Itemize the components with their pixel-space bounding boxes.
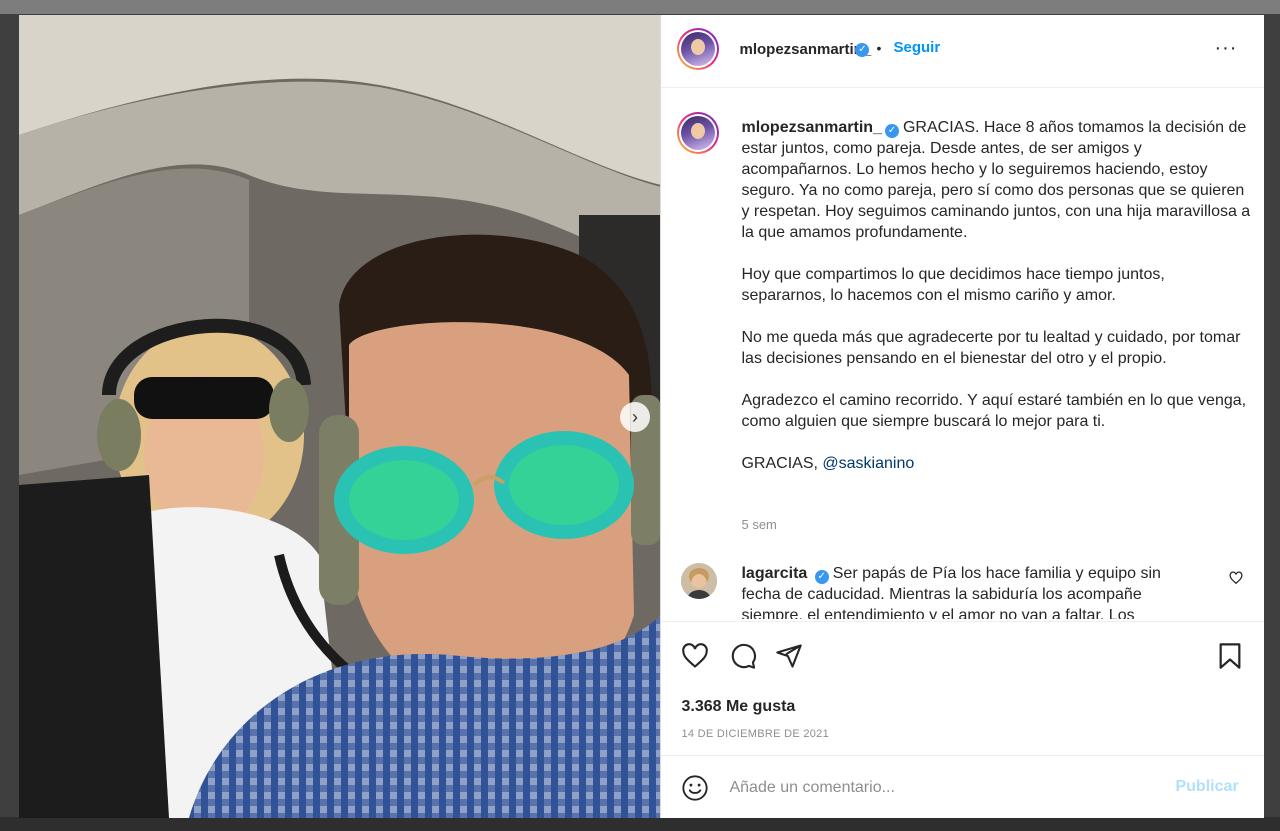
post-date: 14 DE DICIEMBRE DE 2021 <box>681 728 829 740</box>
comment-item: lagarcita ✓ Ser papás de Pía los hace fam… <box>741 563 1201 619</box>
post-time-ago[interactable]: 5 sem <box>741 517 776 532</box>
chevron-right-icon: › <box>632 406 638 427</box>
caption-paragraph-4: Agradezco el camino recorrido. Y aquí es… <box>741 392 1247 430</box>
heart-icon[interactable] <box>681 642 709 675</box>
carousel-next-button[interactable]: › <box>620 402 650 432</box>
caption-username[interactable]: mlopezsanmartin_ <box>741 119 881 136</box>
verified-badge-icon: ✓ <box>814 570 829 584</box>
author-avatar[interactable] <box>677 28 720 70</box>
verified-badge-icon: ✓ <box>884 124 899 138</box>
caption-closing: GRACIAS, <box>741 455 818 472</box>
post-caption: mlopezsanmartin_ ✓ GRACIAS. Hace 8 años to… <box>741 117 1251 495</box>
publish-button[interactable]: Publicar <box>1175 778 1238 796</box>
more-options-icon[interactable]: ··· <box>1214 37 1237 60</box>
caption-paragraph-1: GRACIAS. Hace 8 años tomamos la decisión… <box>741 119 1251 241</box>
post-side-panel: mlopezsanmartin_ ✓ • Seguir ··· mlopezsa… <box>660 15 1265 819</box>
backdrop-top-bar <box>0 0 1280 14</box>
caption-paragraph-2: Hoy que compartimos lo que decidimos hac… <box>741 266 1165 304</box>
post-header: mlopezsanmartin_ ✓ • Seguir ··· <box>661 15 1265 88</box>
post-modal: › mlopezsanmartin_ ✓ • Seguir ··· mlopez… <box>19 15 1265 819</box>
follow-button[interactable]: Seguir <box>893 39 940 56</box>
comment-bubble-icon[interactable] <box>729 642 757 675</box>
header-separator: • <box>876 40 882 56</box>
mention-link[interactable]: @saskianino <box>822 455 914 472</box>
smiley-icon[interactable] <box>681 774 709 807</box>
backdrop-bottom-bar <box>0 817 1280 831</box>
author-username[interactable]: mlopezsanmartin_ <box>739 41 871 58</box>
comment-input[interactable] <box>727 774 1152 802</box>
post-photo <box>19 15 661 818</box>
post-media: › <box>19 15 661 818</box>
bookmark-icon[interactable] <box>1217 642 1243 675</box>
post-actions: 3.368 Me gusta 14 DE DICIEMBRE DE 2021 <box>661 621 1265 762</box>
caption-paragraph-3: No me queda más que agradecerte por tu l… <box>741 329 1241 367</box>
comment-like-icon[interactable] <box>1229 571 1243 588</box>
commenter-avatar[interactable] <box>681 563 718 599</box>
add-comment-bar: Publicar <box>661 755 1265 819</box>
caption-author-avatar[interactable] <box>677 112 720 154</box>
paper-plane-icon[interactable] <box>775 642 803 675</box>
likes-count[interactable]: 3.368 Me gusta <box>681 698 795 716</box>
commenter-username[interactable]: lagarcita <box>741 565 807 582</box>
